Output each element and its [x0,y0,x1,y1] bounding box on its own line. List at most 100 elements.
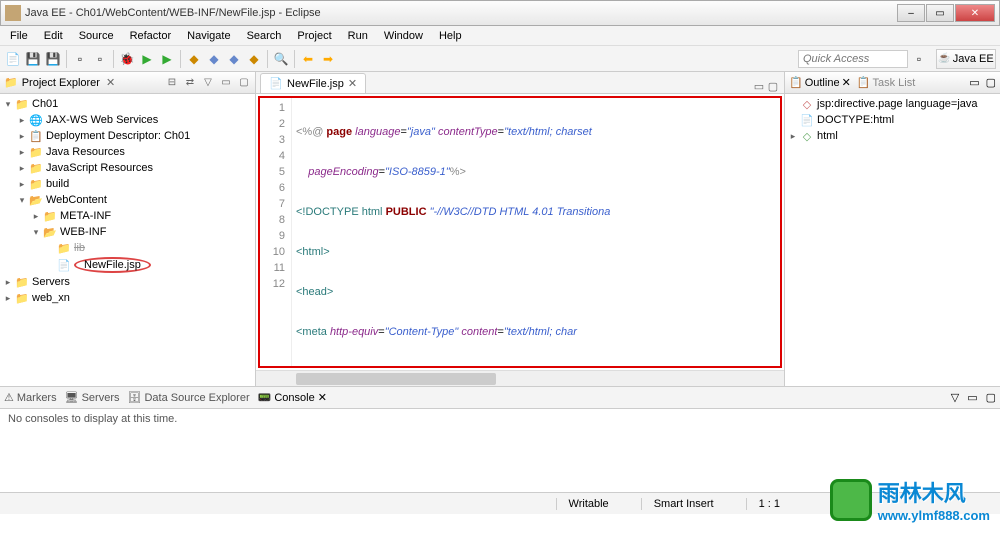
status-bar: Writable Smart Insert 1 : 1 [0,492,1000,514]
menu-help[interactable]: Help [431,28,470,44]
directive-icon: ◇ [799,97,815,111]
editor-tab-newfile[interactable]: 📄 NewFile.jsp ✕ [260,73,366,93]
code-area[interactable]: <%@ page language="java" contentType="te… [292,98,780,366]
menu-bar: File Edit Source Refactor Navigate Searc… [0,26,1000,46]
tool-icon[interactable]: ◆ [205,50,223,68]
tool-icon[interactable]: ◆ [245,50,263,68]
line-gutter: 123456789101112 [260,98,292,366]
tab-servers[interactable]: 🖥 Servers [65,391,120,404]
tree-node-ch01[interactable]: Ch01 [32,98,58,110]
tree-node[interactable]: JavaScript Resources [46,162,153,174]
project-explorer-view: 📁 Project Explorer ✕ ⊟ ⇄ ▽ ▭ ▢ ▾📁Ch01 ▸🌐… [0,72,256,386]
status-position: 1 : 1 [746,498,792,510]
collapse-all-icon[interactable]: ⊟ [165,76,179,90]
save-all-icon[interactable]: 💾 [44,50,62,68]
folder-icon: 📂 [42,225,58,239]
outline-tab[interactable]: 📋 Outline ✕ [789,76,851,89]
new-icon[interactable]: 📄 [4,50,22,68]
maximize-icon[interactable]: ▢ [237,76,251,90]
maximize-button[interactable]: ▭ [926,4,954,22]
view-title: Project Explorer [22,77,100,89]
menu-window[interactable]: Window [376,28,431,44]
nav-fwd-icon[interactable]: ➡ [319,50,337,68]
maximize-icon[interactable]: ▢ [986,391,996,404]
console-body: No consoles to display at this time. [0,409,1000,492]
perspective-javaee[interactable]: ☕ Java EE [936,49,996,69]
maximize-icon[interactable]: ▢ [986,76,996,89]
jsp-file-icon: 📄 [56,258,72,272]
close-view-icon[interactable]: ✕ [106,76,115,89]
code-editor[interactable]: 123456789101112 <%@ page language="java"… [258,96,782,368]
ws-icon: 🌐 [28,113,44,127]
close-button[interactable]: ✕ [955,4,995,22]
run-icon[interactable]: ▶ [138,50,156,68]
doctype-icon: 📄 [799,113,815,127]
minimize-icon[interactable]: ▭ [967,391,977,404]
link-editor-icon[interactable]: ⇄ [183,76,197,90]
tree-node[interactable]: Servers [32,276,70,288]
run-ext-icon[interactable]: ▶ [158,50,176,68]
menu-navigate[interactable]: Navigate [179,28,238,44]
tree-node[interactable]: WEB-INF [60,226,106,238]
folder-icon: 📁 [28,161,44,175]
menu-edit[interactable]: Edit [36,28,71,44]
tool-icon[interactable]: ▫ [71,50,89,68]
tab-console[interactable]: 📟 Console ✕ [258,391,327,404]
nav-back-icon[interactable]: ⬅ [299,50,317,68]
minimize-button[interactable]: – [897,4,925,22]
window-title: Java EE - Ch01/WebContent/WEB-INF/NewFil… [25,7,897,19]
menu-search[interactable]: Search [239,28,290,44]
view-menu-icon[interactable]: ▽ [951,391,959,404]
tool-icon[interactable]: ◆ [185,50,203,68]
minimize-icon[interactable]: ▭ [219,76,233,90]
menu-project[interactable]: Project [289,28,339,44]
folder-icon: 📁 [56,241,72,255]
project-tree[interactable]: ▾📁Ch01 ▸🌐JAX-WS Web Services ▸📋Deploymen… [0,94,255,386]
folder-icon: 📁 [28,145,44,159]
outline-item[interactable]: DOCTYPE:html [817,114,894,126]
tree-node[interactable]: JAX-WS Web Services [46,114,158,126]
tree-node[interactable]: Deployment Descriptor: Ch01 [46,130,190,142]
tasklist-tab[interactable]: 📋 Task List [857,76,916,89]
title-bar: Java EE - Ch01/WebContent/WEB-INF/NewFil… [0,0,1000,26]
tree-node[interactable]: build [46,178,69,190]
status-insert: Smart Insert [641,498,726,510]
horizontal-scrollbar[interactable] [256,370,784,386]
status-writable: Writable [556,498,621,510]
project-icon: 📁 [14,97,30,111]
bottom-panel: ⚠ Markers 🖥 Servers 🗄 Data Source Explor… [0,386,1000,492]
app-icon [5,5,21,21]
view-menu-icon[interactable]: ▽ [201,76,215,90]
tree-node[interactable]: META-INF [60,210,111,222]
tree-node[interactable]: WebContent [46,194,107,206]
quick-access-input[interactable] [798,50,908,68]
tool-icon[interactable]: ◆ [225,50,243,68]
maximize-icon[interactable]: ▢ [766,80,780,93]
minimize-icon[interactable]: ▭ [969,76,979,89]
tree-node[interactable]: Java Resources [46,146,125,158]
menu-refactor[interactable]: Refactor [122,28,180,44]
tree-node[interactable]: lib [74,242,85,254]
tab-dse[interactable]: 🗄 Data Source Explorer [127,391,249,404]
debug-icon[interactable]: 🐞 [118,50,136,68]
save-icon[interactable]: 💾 [24,50,42,68]
tree-node-newfile[interactable]: NewFile.jsp [74,257,151,273]
search-icon[interactable]: 🔍 [272,50,290,68]
close-tab-icon[interactable]: ✕ [348,77,357,90]
menu-file[interactable]: File [2,28,36,44]
tool-icon[interactable]: ▫ [91,50,109,68]
menu-source[interactable]: Source [71,28,122,44]
dd-icon: 📋 [28,129,44,143]
scroll-thumb[interactable] [296,373,496,385]
open-persp-icon[interactable]: ▫ [910,50,928,68]
folder-icon: 📁 [14,275,30,289]
outline-item[interactable]: html [817,130,838,142]
tree-node[interactable]: web_xn [32,292,70,304]
outline-item[interactable]: jsp:directive.page language=java [817,98,978,110]
folder-icon: 📁 [42,209,58,223]
minimize-icon[interactable]: ▭ [752,80,766,93]
menu-run[interactable]: Run [340,28,376,44]
tab-label: NewFile.jsp [287,78,344,90]
tab-markers[interactable]: ⚠ Markers [4,391,57,404]
tag-icon: ◇ [799,129,815,143]
